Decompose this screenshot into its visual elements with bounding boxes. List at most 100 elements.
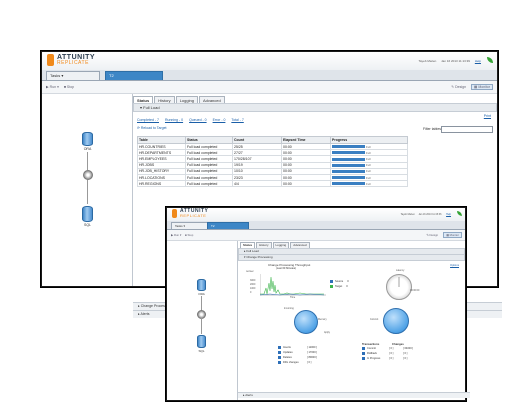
- logo-mark-icon: [172, 209, 177, 218]
- stat-commit: Commit[ 0 ][ 64000 ]: [362, 347, 413, 350]
- target-label: SQL: [198, 349, 205, 353]
- pie-label-apply: Apply: [324, 331, 330, 334]
- pie-label-incoming: Incoming: [284, 307, 294, 310]
- app-header: ATTUNITY REPLICATE Tayeb Mazen Jan 16 20…: [42, 52, 497, 71]
- connector-line: [87, 180, 88, 204]
- progress-bar: [332, 157, 365, 161]
- header-info: Tayeb Mazen Jan 16 2013 11:13:39 Help: [418, 59, 481, 63]
- chart-options-link[interactable]: Options: [450, 264, 459, 267]
- design-button[interactable]: ✎ Design: [449, 85, 468, 89]
- task-gear-icon: [83, 170, 93, 180]
- stat-inserts: Inserts[ 11000 ]: [278, 346, 317, 349]
- print-link[interactable]: Print: [484, 114, 491, 118]
- leaf-icon: [457, 211, 462, 216]
- stop-button[interactable]: ■ Stop: [64, 85, 74, 89]
- col-status[interactable]: Status: [185, 136, 233, 144]
- col-elapsed[interactable]: Elapsed Time: [281, 136, 331, 144]
- filter-error[interactable]: Error - 0: [213, 118, 226, 122]
- latency-label: Latency: [396, 269, 405, 272]
- incoming-changes-pie: [294, 310, 318, 334]
- cell-table: HR.REGIONS: [137, 180, 186, 188]
- cell-status: Full load completed: [185, 180, 233, 188]
- latency-value: 00:00:00: [410, 289, 420, 292]
- tab-tasks[interactable]: Tasks ▾: [171, 222, 209, 229]
- brand-sub: REPLICATE: [180, 213, 207, 218]
- run-button[interactable]: ▶ Run ▾: [46, 85, 59, 89]
- table-row[interactable]: HR.REGIONS Full load completed 4/4 00:00 Ful…: [137, 180, 408, 188]
- target-endpoint[interactable]: SQL: [82, 206, 93, 227]
- progress-label: Full: [366, 181, 371, 186]
- source-endpoint[interactable]: ORA: [197, 279, 206, 296]
- target-label: SQL: [83, 223, 91, 227]
- design-button[interactable]: ✎ Design: [424, 233, 440, 237]
- task-toolbar: ▶ Run ▾ ■ Stop ✎ Design ▦ Monitor: [167, 230, 465, 241]
- connector-line: [87, 152, 88, 170]
- monitor-button[interactable]: ▦ Monitor: [471, 84, 493, 90]
- pie-label-memory: Memory: [318, 318, 327, 321]
- logo-mark-icon: [47, 54, 54, 66]
- progress-bar: [332, 176, 365, 180]
- help-link[interactable]: Help: [446, 213, 451, 216]
- cell-count: 4/4: [232, 180, 282, 188]
- monitor-button[interactable]: ▦ Monitor: [443, 232, 462, 238]
- progress-label: Full: [366, 144, 371, 149]
- progress-bar: [332, 145, 365, 149]
- task-toolbar: ▶ Run ▾ ■ Stop ✎ Design ▦ Monitor: [42, 81, 497, 94]
- source-label: ORA: [83, 147, 92, 151]
- header-datetime: Jan 16 2013 11:13:39: [441, 59, 470, 63]
- filter-tables-label: Filter tables:: [422, 127, 442, 131]
- run-button[interactable]: ▶ Run ▾: [171, 233, 181, 237]
- attunity-logo: ATTUNITY REPLICATE: [172, 209, 208, 218]
- progress-bar: [332, 163, 365, 167]
- y-tick: 0: [250, 291, 252, 294]
- endpoint-diagram: ORA SQL: [42, 94, 133, 286]
- x-axis-label: Time: [290, 296, 296, 299]
- tab-t2[interactable]: T2: [207, 222, 249, 229]
- connector-line: [201, 318, 202, 334]
- help-link[interactable]: Help: [475, 59, 481, 63]
- progress-label: Full: [366, 150, 371, 155]
- y-tick: 3000: [250, 279, 256, 282]
- task-tabbar: Tasks ▾ T2: [167, 221, 465, 230]
- tab-t2[interactable]: T2: [105, 71, 163, 80]
- connector-line: [201, 296, 202, 310]
- filter-total[interactable]: Total - 7: [231, 118, 243, 122]
- filter-completed[interactable]: Completed - 7: [137, 118, 159, 122]
- endpoint-diagram: ORA SQL: [167, 241, 238, 400]
- filter-running[interactable]: Running - 0: [165, 118, 183, 122]
- col-table[interactable]: Table: [137, 136, 186, 144]
- col-count[interactable]: Count: [232, 136, 282, 144]
- applied-changes-pie: [383, 308, 409, 334]
- y-tick: 1000: [250, 287, 256, 290]
- cell-progress: Full: [330, 180, 408, 188]
- tab-tasks[interactable]: Tasks ▾: [46, 71, 100, 80]
- progress-label: Full: [366, 175, 371, 180]
- col-progress[interactable]: Progress: [330, 136, 408, 144]
- stat-ddl-changes: DDL changes[ 0 ]: [278, 361, 311, 364]
- target-series-line: [260, 276, 324, 295]
- progress-label: Full: [366, 163, 371, 168]
- stat-rollback: Rollback[ 0 ][ 0 ]: [362, 352, 407, 355]
- changes-header: Changes: [392, 342, 404, 346]
- alerts-section-header[interactable]: ▸ Alerts: [238, 392, 470, 398]
- y-tick: 2000: [250, 283, 256, 286]
- header-datetime: Jan 16 2013 11:15:36: [418, 213, 442, 216]
- stop-button[interactable]: ■ Stop: [185, 233, 193, 237]
- app-header: ATTUNITY REPLICATE Tayeb Mazen Jan 16 20…: [167, 208, 465, 222]
- target-endpoint[interactable]: SQL: [197, 335, 206, 353]
- filter-queued[interactable]: Queued - 0: [189, 118, 207, 122]
- legend-swatch: [330, 285, 333, 288]
- attunity-logo: ATTUNITY REPLICATE: [47, 54, 95, 66]
- reload-to-target-button[interactable]: ⟳ Reload to Target: [137, 126, 167, 130]
- gauge-needle: [398, 277, 400, 287]
- progress-bar: [332, 169, 365, 173]
- full-load-section-header[interactable]: ▾ Full Load: [133, 103, 497, 112]
- filter-tables-input[interactable]: [441, 126, 493, 133]
- database-icon: [197, 335, 206, 348]
- user-name: Tayeb Mazen: [400, 213, 415, 216]
- pie-label-commit: Commit: [370, 318, 379, 321]
- source-endpoint[interactable]: ORA: [82, 132, 93, 151]
- header-info: Tayeb Mazen Jan 16 2013 11:15:36 Help: [401, 213, 451, 216]
- database-icon: [82, 206, 93, 222]
- user-name: Tayeb Mazen: [418, 59, 437, 63]
